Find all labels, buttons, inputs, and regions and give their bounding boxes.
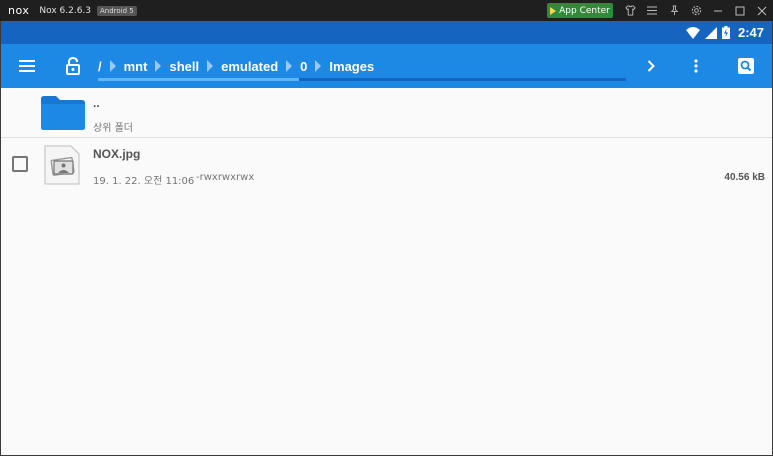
play-store-icon xyxy=(550,6,557,15)
breadcrumb-item-root[interactable]: / xyxy=(98,59,102,74)
hamburger-icon xyxy=(19,60,35,72)
search-button[interactable] xyxy=(724,44,768,88)
overflow-menu-button[interactable] xyxy=(674,44,718,88)
emulator-title: Nox 6.2.6.3 xyxy=(39,5,92,16)
emulator-title-bar: nox Nox 6.2.6.3 Android 5 App Center xyxy=(0,0,773,21)
file-date: 19. 1. 22. 오전 11:06 xyxy=(93,176,195,187)
file-name: NOX.jpg xyxy=(93,147,141,161)
more-vertical-icon xyxy=(694,59,698,73)
status-time: 2:47 xyxy=(737,25,764,40)
android-status-bar: 2:47 xyxy=(1,21,772,44)
battery-icon xyxy=(721,26,730,39)
breadcrumb-separator xyxy=(155,60,162,72)
breadcrumb-item-0[interactable]: 0 xyxy=(300,59,307,74)
unlock-icon xyxy=(66,57,80,75)
file-checkbox[interactable] xyxy=(12,156,28,172)
breadcrumb-item-mnt[interactable]: mnt xyxy=(124,59,148,74)
pin-icon[interactable] xyxy=(663,0,685,21)
breadcrumb: / mnt shell emulated 0 Images xyxy=(98,44,626,88)
search-icon xyxy=(738,58,754,74)
close-icon[interactable] xyxy=(751,0,773,21)
signal-icon xyxy=(704,26,717,39)
breadcrumb-item-emulated[interactable]: emulated xyxy=(221,59,278,74)
menu-icon[interactable] xyxy=(641,0,663,21)
hamburger-menu-button[interactable] xyxy=(5,44,49,88)
breadcrumb-separator xyxy=(109,60,116,72)
list-item-file[interactable]: NOX.jpg 19. 1. 22. 오전 11:06 -rwxrwxrwx 4… xyxy=(1,139,772,193)
forward-button[interactable] xyxy=(629,44,673,88)
file-list: .. 상위 폴더 NOX.jpg 19. 1. 22. 오전 11:06 -rw… xyxy=(1,88,772,455)
app-center-button[interactable]: App Center xyxy=(547,3,613,18)
shirt-icon[interactable] xyxy=(619,0,641,21)
minimize-icon[interactable] xyxy=(707,0,729,21)
app-toolbar: / mnt shell emulated 0 Images xyxy=(1,44,772,88)
parent-folder-name: .. xyxy=(93,96,100,110)
breadcrumb-item-images[interactable]: Images xyxy=(329,59,374,74)
nox-logo: nox xyxy=(8,4,30,17)
lock-button[interactable] xyxy=(51,44,95,88)
file-size: 40.56 kB xyxy=(724,172,765,183)
app-center-label: App Center xyxy=(559,5,610,16)
folder-icon xyxy=(41,96,85,130)
maximize-icon[interactable] xyxy=(729,0,751,21)
breadcrumb-item-shell[interactable]: shell xyxy=(169,59,199,74)
parent-folder-subtitle: 상위 폴더 xyxy=(93,123,133,134)
path-scrollbar[interactable] xyxy=(98,78,626,81)
android-version-badge: Android 5 xyxy=(97,5,137,16)
file-permissions: -rwxrwxrwx xyxy=(196,172,255,183)
chevron-right-icon xyxy=(647,60,655,72)
list-item-parent-folder[interactable]: .. 상위 폴더 xyxy=(1,88,772,138)
wifi-icon xyxy=(685,26,700,39)
breadcrumb-separator xyxy=(207,60,214,72)
gear-icon[interactable] xyxy=(685,0,707,21)
breadcrumb-separator xyxy=(286,60,293,72)
path-scrollbar-thumb[interactable] xyxy=(98,78,299,81)
breadcrumb-separator xyxy=(315,60,322,72)
image-file-icon xyxy=(44,145,80,185)
